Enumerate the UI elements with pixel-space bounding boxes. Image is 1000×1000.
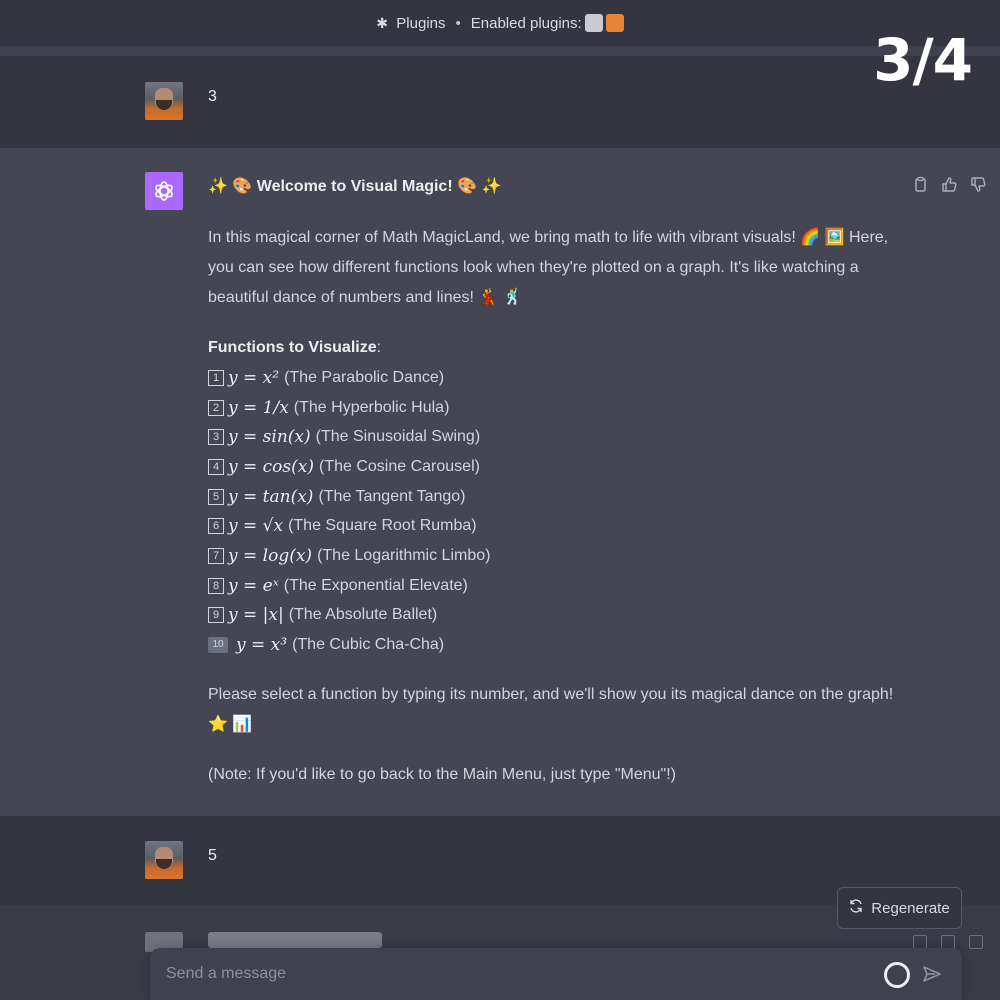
enabled-plugins-label: Enabled plugins:	[470, 14, 582, 32]
function-item: 4y = cos(x) (The Cosine Carousel)	[208, 452, 898, 482]
header-divider	[0, 46, 1000, 56]
loading-placeholder	[208, 932, 382, 948]
function-item: 7y = log(x) (The Logarithmic Limbo)	[208, 541, 898, 571]
user-message-text: 3	[208, 88, 217, 105]
plugin-two-icon[interactable]	[605, 14, 624, 32]
user-avatar	[145, 82, 183, 120]
user-message-row: 3	[0, 56, 1000, 148]
intro-paragraph: In this magical corner of Math MagicLand…	[208, 229, 889, 306]
assistant-message: ✨ 🎨 Welcome to Visual Magic! 🎨 ✨ In this…	[208, 172, 898, 790]
number-badge: 10	[208, 637, 228, 654]
functions-list: 1y = x² (The Parabolic Dance) 2 y = 1/x (The…	[208, 363, 898, 660]
regenerate-label: Regenerate	[871, 899, 950, 917]
puzzle-icon: ✱	[376, 15, 389, 31]
regenerate-button[interactable]: Regenerate	[837, 887, 962, 929]
function-formula: y = √x	[228, 516, 284, 537]
function-label: (The Tangent Tango)	[318, 487, 466, 505]
function-label: (The Absolute Ballet)	[288, 606, 438, 624]
header-separator: •	[455, 14, 461, 32]
sparkles-icon: ✨	[481, 178, 502, 195]
menu-note: (Note: If you'd like to go back to the M…	[208, 765, 676, 783]
functions-heading: Functions to Visualize:	[208, 339, 382, 356]
function-label: (The Exponential Elevate)	[283, 576, 468, 594]
number-badge: 1	[208, 369, 224, 386]
user-message-text-2: 5	[208, 847, 217, 864]
plugin-one-icon[interactable]	[584, 14, 603, 32]
copy-icon[interactable]	[912, 176, 929, 193]
function-formula: y = sin(x)	[228, 427, 311, 448]
refresh-icon	[849, 899, 863, 917]
function-item: 9y = |x| (The Absolute Ballet)	[208, 601, 898, 631]
number-badge: 9	[208, 607, 224, 624]
function-formula: y = cos(x)	[228, 456, 314, 477]
function-item: 5y = tan(x) (The Tangent Tango)	[208, 482, 898, 512]
thumbs-up-icon	[941, 935, 955, 949]
sparkles-icon: ✨	[208, 178, 228, 195]
plugins-header: ✱ Plugins • Enabled plugins:	[0, 0, 1000, 46]
number-badge: 8	[208, 577, 224, 594]
loading-spinner-icon	[884, 962, 910, 988]
function-formula: y = x²	[228, 367, 280, 388]
function-item: 3y = sin(x) (The Sinusoidal Swing)	[208, 422, 898, 452]
function-item: 8y = eˣ (The Exponential Elevate)	[208, 571, 898, 601]
function-item: 2y = 1/x (The Hyperbolic Hula)	[208, 393, 898, 423]
number-badge: 4	[208, 458, 224, 475]
function-label: (The Square Root Rumba)	[288, 517, 477, 535]
thumbs-down-icon[interactable]	[970, 176, 987, 193]
message-input-placeholder[interactable]: Send a message	[166, 965, 286, 983]
thumbs-up-icon[interactable]	[941, 176, 958, 193]
message-actions-faded	[913, 935, 983, 949]
message-title: ✨ 🎨 Welcome to Visual Magic! 🎨 ✨	[208, 172, 898, 202]
function-label: (The Parabolic Dance)	[284, 368, 445, 386]
slide-counter: 3/4	[873, 26, 973, 94]
function-label: (The Cosine Carousel)	[319, 457, 480, 475]
function-formula: y = tan(x)	[228, 486, 314, 507]
number-badge: 6	[208, 518, 224, 535]
message-actions	[912, 176, 987, 193]
number-badge: 5	[208, 488, 224, 505]
palette-icon: 🎨	[232, 178, 253, 195]
function-item: 6y = √x (The Square Root Rumba)	[208, 511, 898, 541]
function-label: (The Hyperbolic Hula)	[293, 398, 450, 416]
chatgpt-logo-icon	[145, 172, 183, 210]
thumbs-down-icon	[969, 935, 983, 949]
function-item: 10 y = x³ (The Cubic Cha-Cha)	[208, 630, 898, 660]
plugins-label: Plugins	[396, 14, 446, 32]
copy-icon	[913, 935, 927, 949]
function-label: (The Logarithmic Limbo)	[317, 546, 491, 564]
function-label: (The Sinusoidal Swing)	[315, 428, 481, 446]
function-formula: y = eˣ	[228, 575, 279, 596]
function-label: (The Cubic Cha-Cha)	[292, 636, 445, 654]
function-formula: y = log(x)	[228, 545, 313, 566]
user-avatar	[145, 841, 183, 879]
function-item: 1y = x² (The Parabolic Dance)	[208, 363, 898, 393]
function-formula: y = x³	[236, 635, 288, 656]
number-badge: 2	[208, 399, 224, 416]
palette-icon: 🎨	[457, 178, 478, 195]
send-icon[interactable]	[922, 964, 942, 989]
function-formula: y = 1/x	[228, 397, 289, 418]
number-badge: 3	[208, 429, 224, 446]
select-prompt: Please select a function by typing its n…	[208, 685, 894, 733]
title-text: Welcome to Visual Magic!	[256, 178, 453, 195]
function-formula: y = |x|	[228, 605, 284, 626]
number-badge: 7	[208, 547, 224, 564]
message-input-box[interactable]: Send a message	[150, 948, 962, 1000]
